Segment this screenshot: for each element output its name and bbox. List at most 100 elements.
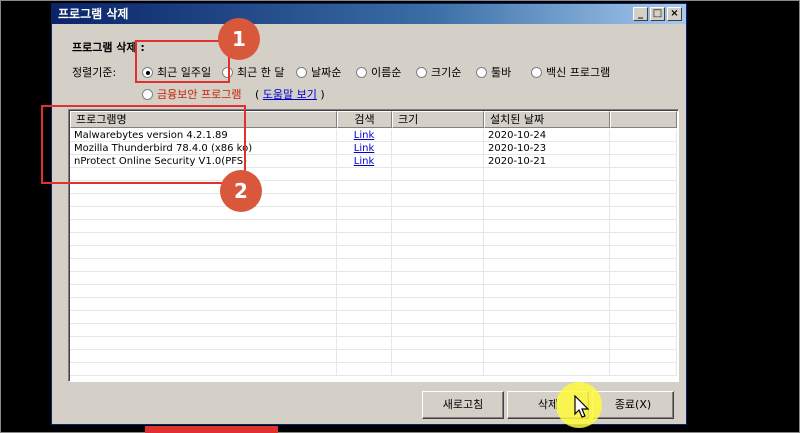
search-link[interactable]: Link xyxy=(354,130,374,141)
date-cell xyxy=(484,220,610,232)
search-cell xyxy=(337,298,392,310)
blank-cell xyxy=(610,142,677,154)
column-search[interactable]: 검색 xyxy=(337,111,392,128)
search-cell xyxy=(337,220,392,232)
size-cell xyxy=(392,337,484,349)
blank-cell xyxy=(610,285,677,297)
date-cell xyxy=(484,285,610,297)
search-cell: Link xyxy=(337,142,392,154)
program-name-cell xyxy=(70,207,337,219)
size-cell xyxy=(392,363,484,375)
annotation-badge-1: 1 xyxy=(218,18,260,60)
table-row[interactable] xyxy=(70,272,677,285)
search-cell xyxy=(337,233,392,245)
program-name-cell xyxy=(70,363,337,375)
date-cell xyxy=(484,168,610,180)
blank-cell xyxy=(610,155,677,167)
blank-cell xyxy=(610,259,677,271)
radio-size[interactable]: 크기순 xyxy=(416,64,461,80)
search-cell xyxy=(337,181,392,193)
table-row[interactable] xyxy=(70,285,677,298)
program-name-cell xyxy=(70,194,337,206)
annotation-box-2 xyxy=(41,105,246,184)
table-row[interactable] xyxy=(70,246,677,259)
blank-cell xyxy=(610,220,677,232)
minimize-button[interactable]: _ xyxy=(633,7,648,21)
blank-cell xyxy=(610,324,677,336)
blank-cell xyxy=(610,272,677,284)
date-cell: 2020-10-24 xyxy=(484,129,610,141)
radio-antivirus[interactable]: 백신 프로그램 xyxy=(531,64,610,80)
window-title: 프로그램 삭제 xyxy=(58,7,129,21)
size-cell xyxy=(392,233,484,245)
radio-icon xyxy=(356,66,367,78)
program-name-cell xyxy=(70,285,337,297)
refresh-button[interactable]: 새로고침 xyxy=(422,391,504,419)
search-link[interactable]: Link xyxy=(354,143,374,154)
program-name-cell xyxy=(70,272,337,284)
search-cell: Link xyxy=(337,129,392,141)
size-cell xyxy=(392,350,484,362)
search-cell xyxy=(337,363,392,375)
date-cell xyxy=(484,259,610,271)
blank-cell xyxy=(610,337,677,349)
search-link[interactable]: Link xyxy=(354,156,374,167)
table-row[interactable] xyxy=(70,311,677,324)
radio-date[interactable]: 날짜순 xyxy=(296,64,341,80)
size-cell xyxy=(392,207,484,219)
close-window-button[interactable]: × xyxy=(667,7,682,21)
blank-cell xyxy=(610,363,677,375)
table-row[interactable] xyxy=(70,207,677,220)
table-row[interactable] xyxy=(70,259,677,272)
program-name-cell xyxy=(70,298,337,310)
radio-finance[interactable]: 금융보안 프로그램 xyxy=(142,86,241,102)
radio-month[interactable]: 최근 한 달 xyxy=(222,64,284,80)
date-cell xyxy=(484,246,610,258)
size-cell xyxy=(392,311,484,323)
table-row[interactable] xyxy=(70,220,677,233)
size-cell xyxy=(392,285,484,297)
search-cell xyxy=(337,246,392,258)
table-row[interactable] xyxy=(70,363,677,376)
sort-label: 정렬기준: xyxy=(72,66,117,79)
table-row[interactable] xyxy=(70,233,677,246)
radio-toolbar[interactable]: 툴바 xyxy=(476,64,511,80)
program-name-cell xyxy=(70,311,337,323)
search-cell xyxy=(337,194,392,206)
search-cell xyxy=(337,168,392,180)
table-row[interactable] xyxy=(70,324,677,337)
date-cell xyxy=(484,181,610,193)
help-link[interactable]: 도움말 보기 xyxy=(263,88,317,101)
table-row[interactable] xyxy=(70,298,677,311)
date-cell xyxy=(484,337,610,349)
blank-cell xyxy=(610,246,677,258)
search-cell: Link xyxy=(337,155,392,167)
program-name-cell xyxy=(70,233,337,245)
blank-cell xyxy=(610,311,677,323)
search-cell xyxy=(337,207,392,219)
group-label: 프로그램 삭제 : xyxy=(72,41,145,54)
search-cell xyxy=(337,350,392,362)
column-date[interactable]: 설치된 날짜 xyxy=(484,111,610,128)
table-row[interactable] xyxy=(70,350,677,363)
blank-cell xyxy=(610,350,677,362)
blank-cell xyxy=(610,129,677,141)
search-cell xyxy=(337,259,392,271)
program-name-cell xyxy=(70,220,337,232)
program-name-cell xyxy=(70,259,337,271)
search-cell xyxy=(337,285,392,297)
maximize-button[interactable]: □ xyxy=(650,7,665,21)
table-row[interactable] xyxy=(70,337,677,350)
radio-name[interactable]: 이름순 xyxy=(356,64,401,80)
size-cell xyxy=(392,259,484,271)
blank-cell xyxy=(610,194,677,206)
radio-icon xyxy=(296,66,307,78)
mouse-cursor-icon xyxy=(574,395,590,418)
size-cell xyxy=(392,272,484,284)
column-size[interactable]: 크기 xyxy=(392,111,484,128)
search-cell xyxy=(337,324,392,336)
radio-icon xyxy=(476,66,487,78)
annotation-box-1 xyxy=(135,40,230,83)
close-button[interactable]: 종료(X) xyxy=(592,391,674,419)
table-row[interactable] xyxy=(70,194,677,207)
